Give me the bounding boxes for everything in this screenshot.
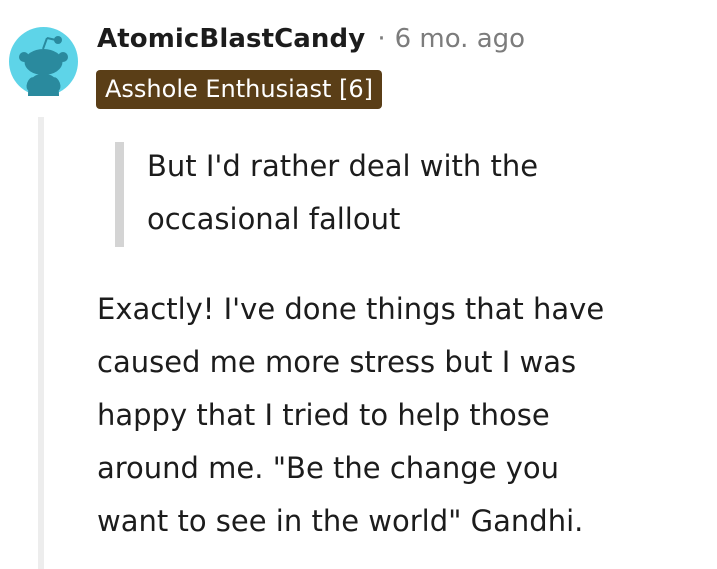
blockquote-line: But I'd rather deal with the: [147, 149, 539, 183]
username-link[interactable]: AtomicBlastCandy: [97, 24, 365, 54]
comment-body-line: around me. "Be the change you: [97, 451, 560, 485]
snoo-avatar-icon: [9, 27, 78, 96]
blockquote-bar: [115, 142, 124, 247]
blockquote: But I'd rather deal with the occasional …: [147, 140, 687, 246]
timestamp[interactable]: 6 mo. ago: [395, 24, 525, 54]
comment-body-line: happy that I tried to help those: [97, 398, 550, 432]
blockquote-line: occasional fallout: [147, 202, 401, 236]
comment-body-line: caused me more stress but I was: [97, 345, 577, 379]
avatar[interactable]: [9, 27, 78, 96]
thread-line[interactable]: [38, 117, 44, 569]
comment-header: AtomicBlastCandy · 6 mo. ago: [97, 18, 525, 60]
user-flair-badge: Asshole Enthusiast [6]: [96, 70, 383, 109]
meta-separator: ·: [377, 24, 386, 54]
comment-body-line: want to see in the world" Gandhi.: [97, 504, 584, 538]
comment-body-line: Exactly! I've done things that have: [97, 292, 605, 326]
comment-body: Exactly! I've done things that have caus…: [97, 283, 697, 548]
